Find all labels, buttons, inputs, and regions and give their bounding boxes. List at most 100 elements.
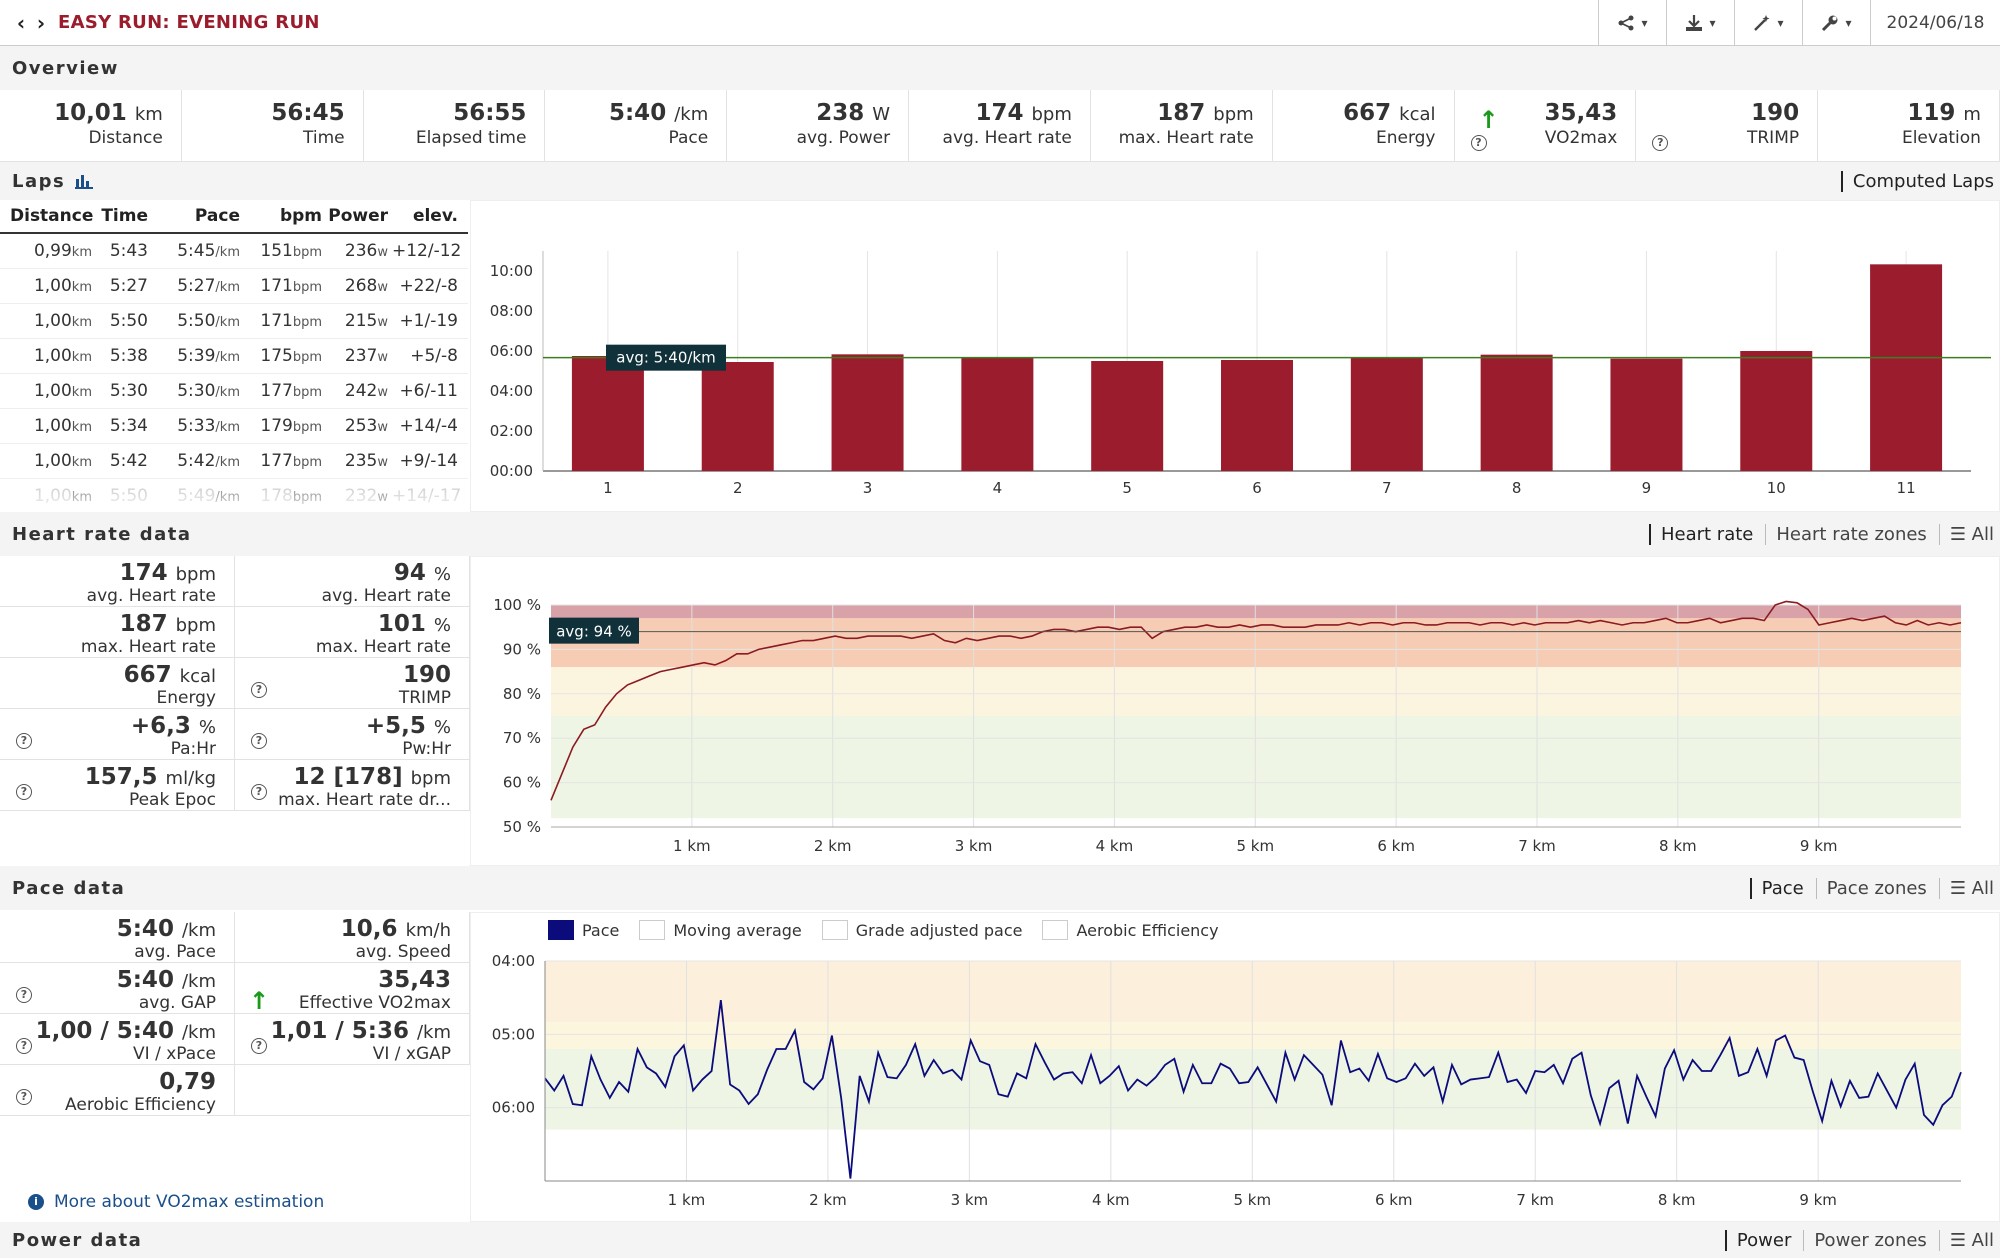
table-cell: +9/-14	[392, 451, 462, 471]
tab-all[interactable]: ☰ All	[1938, 1229, 1994, 1251]
tab-pace[interactable]: Pace	[1749, 877, 1804, 899]
overview-header: Overview	[0, 46, 2000, 90]
lap-bar[interactable]	[701, 362, 774, 471]
stat-label: Pw:Hr	[402, 739, 451, 759]
legend-swatch	[548, 920, 574, 940]
lap-bar[interactable]	[1350, 357, 1423, 471]
lap-bar[interactable]	[1221, 360, 1293, 471]
lap-bar[interactable]	[1610, 358, 1683, 471]
table-cell: 268w	[324, 276, 392, 296]
table-row[interactable]: 1,00km 5:30 5:30/km 177bpm 242w +6/-11	[0, 374, 468, 409]
tab-heart-rate-zones[interactable]: Heart rate zones	[1765, 523, 1927, 545]
help-icon[interactable]: ?	[251, 682, 267, 698]
column-header[interactable]: Time	[96, 206, 152, 226]
legend-item[interactable]: Moving average	[639, 920, 802, 940]
stats-row: 174 bpm avg. Heart rate 94 % avg. Heart rat…	[0, 556, 470, 607]
lap-bar[interactable]	[1740, 351, 1813, 471]
lap-bar[interactable]	[961, 358, 1034, 471]
table-row[interactable]: 1,00km 5:34 5:33/km 179bpm 253w +14/-4	[0, 409, 468, 444]
magic-button[interactable]: ▾	[1734, 0, 1802, 46]
help-icon[interactable]: ?	[251, 733, 267, 749]
cell-unit: w	[377, 280, 388, 295]
share-button[interactable]: ▾	[1598, 0, 1666, 46]
help-icon[interactable]: ?	[16, 1038, 32, 1054]
table-row[interactable]: 1,00km 5:27 5:27/km 171bpm 268w +22/-8	[0, 269, 468, 304]
tab-all[interactable]: ☰ All	[1938, 877, 1994, 899]
help-icon[interactable]: ?	[16, 733, 32, 749]
legend-item[interactable]: Aerobic Efficiency	[1042, 920, 1219, 940]
help-icon[interactable]: ?	[1470, 135, 1487, 151]
table-cell: 5:30	[96, 381, 152, 401]
column-header[interactable]: Distance	[0, 206, 96, 226]
tab-pace-zones[interactable]: Pace zones	[1815, 877, 1927, 899]
download-button[interactable]: ▾	[1666, 0, 1734, 46]
table-row[interactable]: 1,00km 5:38 5:39/km 175bpm 237w +5/-8	[0, 339, 468, 374]
y-tick-label: 02:00	[490, 422, 533, 440]
chevron-left-icon[interactable]: ‹	[14, 11, 28, 35]
bar-chart-icon[interactable]	[75, 173, 94, 189]
chevron-right-icon[interactable]: ›	[34, 11, 48, 35]
stat-number: 5:40	[116, 916, 174, 942]
stat-number: 119	[1907, 100, 1956, 126]
stat-label: avg. Power	[796, 128, 891, 148]
overview-stat: 667 kcal Energy	[1273, 90, 1455, 161]
stat-value: 5:40 /km	[0, 916, 216, 942]
stat-unit: /km	[674, 104, 709, 125]
stat-label: Elevation	[1901, 128, 1981, 148]
stat-unit: %	[433, 717, 451, 738]
magic-wand-icon	[1754, 15, 1770, 31]
section-title: Power data	[12, 1229, 143, 1251]
cell-unit: w	[377, 350, 388, 365]
table-cell: 5:30/km	[152, 381, 242, 401]
vo2max-info-link[interactable]: i More about VO2max estimation	[28, 1192, 324, 1212]
table-row[interactable]: 0,99km 5:43 5:45/km 151bpm 236w +12/-12	[0, 234, 468, 269]
lap-bar[interactable]	[831, 354, 904, 471]
table-cell: +1/-19	[392, 311, 462, 331]
column-header[interactable]: Pace	[152, 206, 242, 226]
help-icon[interactable]: ?	[1652, 135, 1669, 151]
stat-number: 56:55	[453, 100, 527, 126]
legend-item[interactable]: Pace	[548, 920, 619, 940]
computed-laps-tab[interactable]: Computed Laps	[1840, 170, 1994, 192]
lap-bar[interactable]	[1870, 264, 1943, 471]
help-icon[interactable]: ?	[16, 784, 32, 800]
cell-value: 5:38	[109, 346, 148, 366]
cell-value: 1,00	[33, 276, 72, 296]
lap-bar[interactable]	[1091, 361, 1164, 471]
power-header: Power data Power Power zones ☰ All	[0, 1222, 2000, 1258]
stat-value: 0,79	[0, 1069, 216, 1095]
cell-unit: km	[71, 455, 92, 470]
table-cell: 1,00km	[0, 346, 96, 366]
stats-row: ? 5:40 /km avg. GAP ↑ 35,43 Effective VO2max	[0, 963, 470, 1014]
help-icon[interactable]: ?	[16, 1089, 32, 1105]
cell-value: 5:27	[177, 276, 216, 296]
pace-stats: 5:40 /km avg. Pace 10,6 km/h avg. Speed? 5:4…	[0, 912, 470, 1116]
stat-number: 94	[393, 560, 426, 586]
tab-power-zones[interactable]: Power zones	[1803, 1229, 1927, 1251]
help-icon[interactable]: ?	[251, 784, 267, 800]
column-header[interactable]: elev.	[392, 206, 462, 226]
x-tick-label: 7 km	[1518, 837, 1556, 855]
tab-heart-rate[interactable]: Heart rate	[1648, 523, 1753, 545]
lap-bar[interactable]	[571, 356, 644, 471]
stat-number: 174	[975, 100, 1024, 126]
tab-all[interactable]: ☰ All	[1938, 523, 1994, 545]
cell-value: 253	[344, 416, 378, 436]
help-icon[interactable]: ?	[251, 1038, 267, 1054]
wrench-icon	[1822, 15, 1838, 32]
tools-button[interactable]: ▾	[1802, 0, 1870, 46]
stat-label: Elapsed time	[415, 128, 527, 148]
table-row[interactable]: 1,00km 5:50 5:50/km 171bpm 215w +1/-19	[0, 304, 468, 339]
column-header[interactable]: bpm	[242, 206, 324, 226]
cell-value: 179	[260, 416, 293, 436]
cell-unit: km	[71, 245, 92, 260]
stat-label: max. Heart rate	[80, 637, 216, 657]
legend-item[interactable]: Grade adjusted pace	[821, 920, 1022, 940]
cell-value: 5:43	[109, 241, 148, 261]
stat-cell: 5:40 /km avg. Pace	[0, 912, 235, 962]
help-icon[interactable]: ?	[16, 987, 32, 1003]
tab-power[interactable]: Power	[1724, 1229, 1791, 1251]
cell-unit: bpm	[292, 280, 322, 295]
lap-bar[interactable]	[1480, 354, 1553, 471]
column-header[interactable]: Power	[324, 206, 392, 226]
